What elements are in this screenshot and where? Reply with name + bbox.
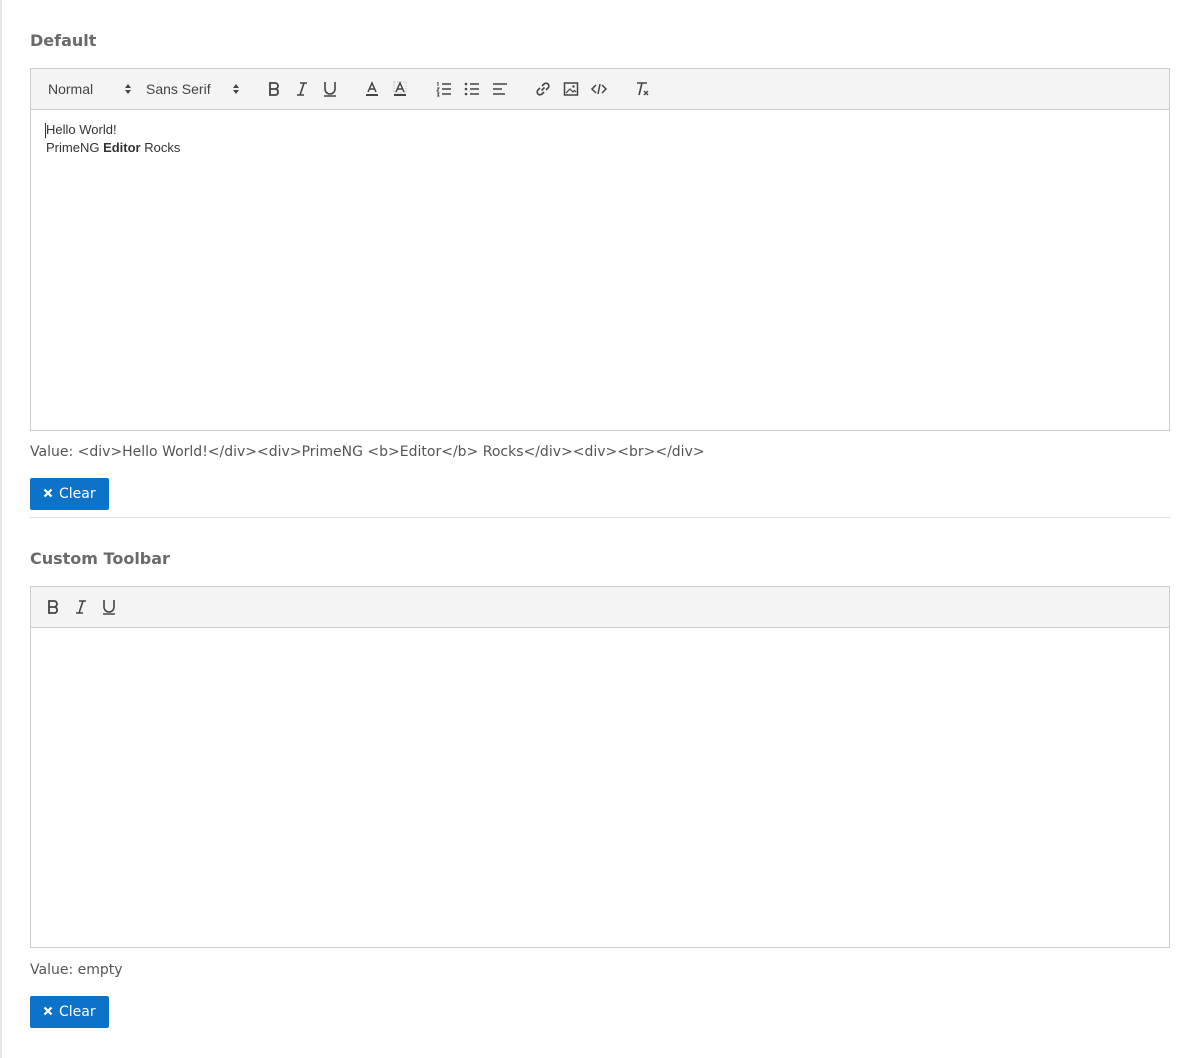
image-button[interactable]	[561, 79, 581, 99]
close-icon	[43, 488, 53, 498]
custom-clear-label: Clear	[59, 1004, 96, 1020]
italic-icon	[297, 82, 307, 96]
bold-button[interactable]	[264, 79, 284, 99]
default-editor-content[interactable]: Hello World! PrimeNG Editor Rocks	[31, 110, 1169, 430]
select-caret-icon	[233, 84, 239, 94]
underline-icon	[103, 600, 115, 615]
content-line-2-bold: Editor	[103, 140, 141, 155]
header-format-value: Normal	[48, 81, 94, 97]
close-icon	[43, 1006, 53, 1016]
bold-icon	[269, 82, 279, 96]
content-line-2-suffix: Rocks	[140, 140, 181, 155]
bullet-list-icon	[464, 82, 479, 96]
custom-editor	[30, 586, 1170, 948]
custom-value-text: Value: empty	[30, 962, 123, 978]
text-color-icon	[366, 81, 378, 96]
bullet-list-button[interactable]	[462, 79, 482, 99]
clear-format-icon	[637, 82, 649, 96]
custom-underline-button[interactable]	[99, 597, 119, 617]
content-line-2-prefix: PrimeNG	[46, 140, 104, 155]
header-format-select[interactable]: Normal	[48, 79, 132, 99]
content-line-1: Hello World!	[46, 122, 117, 137]
custom-section-title: Custom Toolbar	[30, 549, 170, 568]
default-editor: Normal Sans Serif Hello World! PrimeNG E…	[30, 68, 1170, 431]
bold-icon	[48, 600, 58, 614]
text-color-button[interactable]	[362, 79, 382, 99]
link-icon	[536, 82, 550, 96]
custom-clear-button[interactable]: Clear	[30, 996, 109, 1028]
clear-format-button[interactable]	[632, 79, 652, 99]
italic-button[interactable]	[292, 79, 312, 99]
background-color-icon	[393, 81, 407, 96]
link-button[interactable]	[533, 79, 553, 99]
ordered-list-button[interactable]	[434, 79, 454, 99]
align-icon	[493, 83, 507, 95]
align-button[interactable]	[490, 79, 510, 99]
background-color-button[interactable]	[390, 79, 410, 99]
underline-icon	[324, 82, 336, 97]
section-divider	[30, 517, 1170, 518]
default-clear-button[interactable]: Clear	[30, 478, 109, 510]
left-border	[0, 0, 2, 1058]
default-clear-label: Clear	[59, 486, 96, 502]
code-block-icon	[590, 83, 608, 95]
custom-editor-content[interactable]	[31, 628, 1169, 947]
custom-bold-button[interactable]	[43, 597, 63, 617]
default-value-text: Value: <div>Hello World!</div><div>Prime…	[30, 444, 705, 460]
default-editor-toolbar: Normal Sans Serif	[31, 69, 1169, 110]
ordered-list-icon	[436, 81, 451, 97]
underline-button[interactable]	[320, 79, 340, 99]
content-line-2: PrimeNG Editor Rocks	[46, 140, 180, 155]
select-caret-icon	[125, 84, 131, 94]
italic-icon	[76, 600, 86, 614]
font-family-select[interactable]: Sans Serif	[146, 79, 240, 99]
custom-editor-toolbar	[31, 587, 1169, 628]
custom-italic-button[interactable]	[71, 597, 91, 617]
default-section-title: Default	[30, 31, 97, 50]
image-icon	[563, 82, 579, 96]
code-block-button[interactable]	[589, 79, 609, 99]
font-family-value: Sans Serif	[146, 81, 211, 97]
